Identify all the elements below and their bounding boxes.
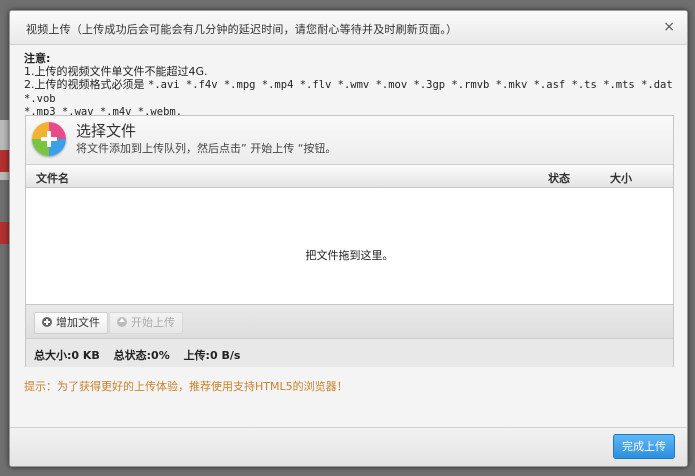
- finish-upload-button[interactable]: 完成上传: [613, 434, 675, 459]
- plus-circle-icon: [42, 317, 52, 327]
- upload-stats: 总大小:0 KB 总状态:0% 上传:0 B/s: [34, 347, 250, 363]
- file-table-header: 文件名 状态 大小: [26, 165, 673, 188]
- column-filename: 文件名: [36, 172, 69, 185]
- dialog-titlebar: 视频上传（上传成功后会可能会有几分钟的延迟时间，请您耐心等待并及时刷新页面。） …: [10, 11, 687, 45]
- file-picker[interactable]: 选择文件 将文件添加到上传队列，然后点击” 开始上传 “按钮。: [26, 116, 673, 165]
- column-size: 大小: [610, 172, 632, 185]
- start-upload-label: 开始上传: [131, 316, 175, 329]
- stat-total-size: 总大小:0 KB: [34, 349, 100, 362]
- notice-heading: 注意:: [24, 52, 51, 65]
- video-upload-dialog: 视频上传（上传成功后会可能会有几分钟的延迟时间，请您耐心等待并及时刷新页面。） …: [9, 10, 688, 467]
- close-icon[interactable]: ×: [663, 19, 675, 35]
- dialog-bottom-bar: 完成上传: [10, 427, 687, 466]
- add-file-icon[interactable]: [32, 122, 66, 156]
- add-file-label: 增加文件: [56, 316, 100, 329]
- start-upload-button[interactable]: 开始上传: [109, 312, 183, 334]
- notice-size-limit: 1.上传的视频文件单文件不能超过4G.: [24, 65, 208, 78]
- uploader-button-row: 增加文件 开始上传: [26, 305, 673, 339]
- file-dropzone[interactable]: 把文件拖到这里。: [26, 188, 673, 304]
- dropzone-text: 把文件拖到这里。: [305, 249, 394, 262]
- stat-total-status: 总状态:0%: [113, 349, 170, 362]
- upload-notice: 注意: 1.上传的视频文件单文件不能超过4G. 2.上传的视频格式必须是 *.a…: [24, 52, 674, 119]
- stat-upload-speed: 上传:0 B/s: [183, 349, 241, 362]
- notice-formats: 2.上传的视频格式必须是 *.avi *.f4v *.mpg *.mp4 *.f…: [24, 78, 674, 106]
- upload-arrow-icon: [117, 317, 127, 327]
- notice-formats-prefix: 2.上传的视频格式必须是: [24, 78, 148, 91]
- picker-title: 选择文件: [76, 122, 137, 140]
- column-status: 状态: [548, 172, 570, 185]
- uploader-panel: 选择文件 将文件添加到上传队列，然后点击” 开始上传 “按钮。 文件名 状态 大…: [25, 115, 674, 367]
- dialog-title: 视频上传（上传成功后会可能会有几分钟的延迟时间，请您耐心等待并及时刷新页面。）: [26, 23, 458, 36]
- add-file-button[interactable]: 增加文件: [34, 312, 108, 334]
- browser-tip: 提示：为了获得更好的上传体验，推荐使用支持HTML5的浏览器！: [24, 380, 348, 393]
- uploader-footer: 增加文件 开始上传 总大小:0 KB 总状态:0% 上传:0 B/s: [26, 304, 673, 367]
- picker-subtitle: 将文件添加到上传队列，然后点击” 开始上传 “按钮。: [76, 142, 337, 155]
